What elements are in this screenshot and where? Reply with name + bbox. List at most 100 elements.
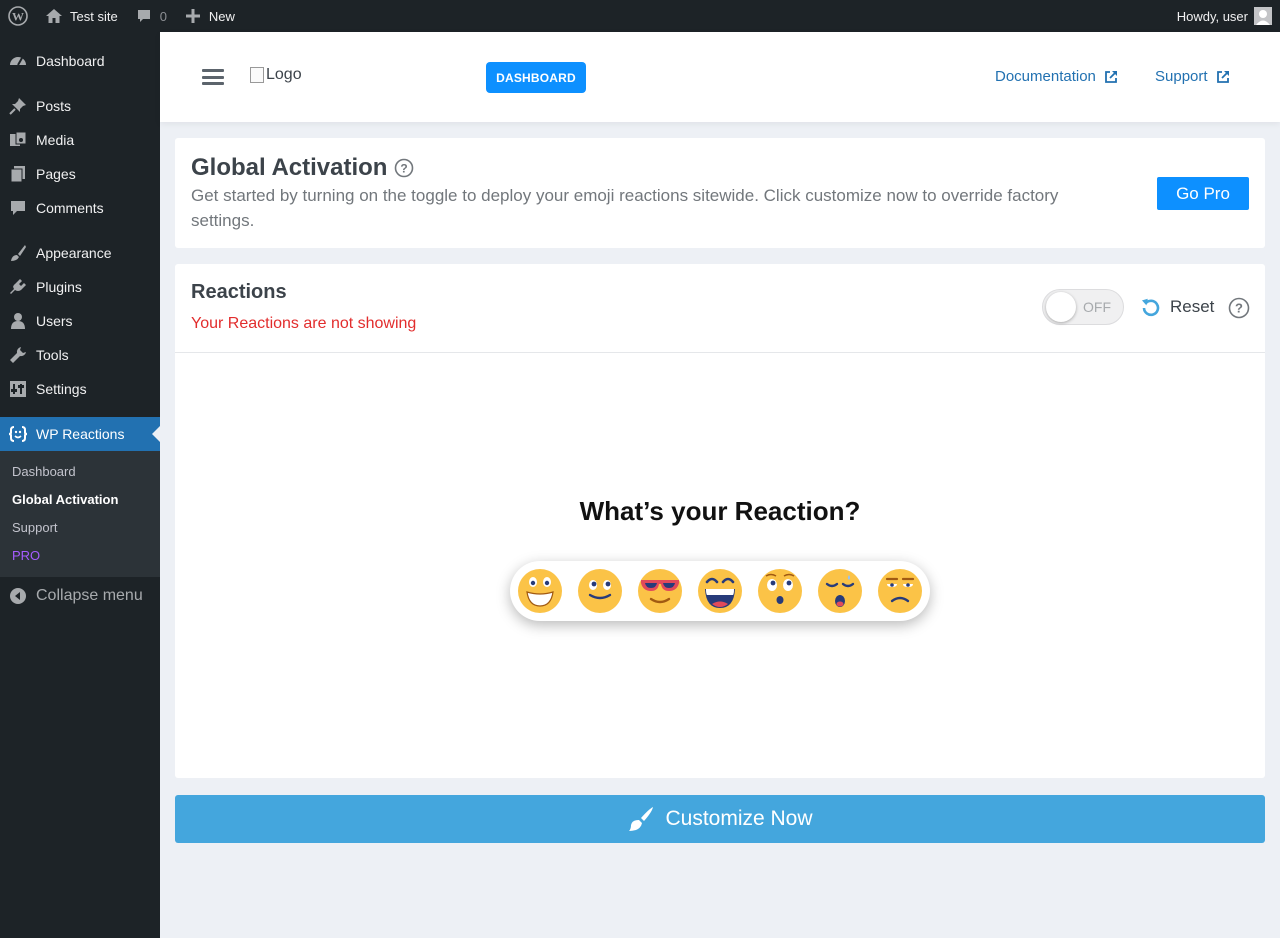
laugh-emoji-icon[interactable]: [696, 567, 744, 615]
page-title: Global Activation ?: [191, 154, 414, 182]
reactions-title: Reactions: [191, 281, 287, 303]
reactions-icon: [8, 424, 28, 444]
sidebar-item-users[interactable]: Users: [0, 304, 160, 338]
page-title-text: Global Activation: [191, 154, 388, 181]
reset-icon: [1141, 298, 1160, 317]
submenu-item-dashboard[interactable]: Dashboard: [0, 458, 160, 486]
preview-title: What’s your Reaction?: [579, 496, 861, 526]
submenu-item-pro[interactable]: PRO: [0, 542, 160, 570]
plugin-logo[interactable]: Logo: [250, 66, 302, 84]
help-icon[interactable]: ?: [1228, 297, 1250, 319]
reactions-header: Reactions Your Reactions are not showing…: [175, 264, 1265, 353]
comment-icon: [8, 198, 28, 218]
reset-button[interactable]: Reset: [1141, 297, 1214, 317]
customize-label: Customize Now: [665, 807, 813, 830]
sidebar-item-label: Pages: [36, 166, 76, 182]
avatar: [1254, 7, 1272, 25]
sidebar-item-label: Tools: [36, 347, 69, 363]
paintbrush-icon: [629, 807, 654, 831]
collapse-menu-button[interactable]: Collapse menu: [0, 577, 160, 615]
wordpress-icon: W: [8, 6, 28, 26]
site-name: Test site: [70, 8, 118, 24]
greeting: Howdy, user: [1176, 8, 1248, 24]
sidebar-item-label: Plugins: [36, 279, 82, 295]
documentation-label: Documentation: [995, 68, 1096, 85]
sidebar-item-media[interactable]: Media: [0, 123, 160, 157]
sidebar-item-label: Posts: [36, 98, 72, 114]
svg-text:?: ?: [401, 162, 408, 176]
submenu-item-global-activation[interactable]: Global Activation: [0, 486, 160, 514]
settings-icon: [8, 379, 28, 399]
sidebar-item-posts[interactable]: Posts: [0, 89, 160, 123]
toggle-knob: [1046, 292, 1076, 322]
sidebar-item-comments[interactable]: Comments: [0, 191, 160, 225]
user-icon: [8, 311, 28, 331]
sidebar-item-label: Appearance: [36, 245, 112, 261]
support-label: Support: [1155, 68, 1208, 85]
sidebar-item-label: Settings: [36, 381, 87, 397]
surprised-emoji-icon[interactable]: [756, 567, 804, 615]
sidebar-item-tools[interactable]: Tools: [0, 338, 160, 372]
smile-emoji-icon[interactable]: [576, 567, 624, 615]
sidebar-item-pages[interactable]: Pages: [0, 157, 160, 191]
comments-link[interactable]: 0: [126, 0, 175, 32]
toggle-label: OFF: [1083, 299, 1111, 315]
home-icon: [44, 6, 64, 26]
sidebar-item-wp-reactions[interactable]: WP Reactions: [0, 417, 160, 451]
sidebar-item-label: Media: [36, 132, 75, 148]
pin-icon: [8, 96, 28, 116]
collapse-arrow-icon: [8, 586, 28, 606]
documentation-link[interactable]: Documentation: [995, 68, 1118, 85]
sidebar-item-settings[interactable]: Settings: [0, 372, 160, 406]
go-pro-button[interactable]: Go Pro: [1157, 177, 1249, 210]
sidebar-item-label: Comments: [36, 200, 104, 216]
reactions-card: Reactions Your Reactions are not showing…: [175, 264, 1265, 778]
new-label: New: [208, 8, 235, 24]
external-link-icon: [1105, 70, 1117, 83]
external-link-icon: [1216, 70, 1229, 83]
plugin-icon: [8, 277, 28, 297]
help-icon[interactable]: ?: [394, 158, 414, 178]
pages-icon: [8, 164, 28, 184]
wrench-icon: [8, 345, 28, 365]
broken-image-icon: [250, 67, 264, 83]
reactions-toggle[interactable]: OFF: [1042, 289, 1124, 325]
dashboard-button[interactable]: DASHBOARD: [486, 62, 586, 93]
sleepy-emoji-icon[interactable]: [816, 567, 864, 615]
sidebar-item-plugins[interactable]: Plugins: [0, 270, 160, 304]
dashboard-icon: [8, 51, 28, 71]
reset-label: Reset: [1170, 297, 1215, 316]
logo-alt-text: Logo: [266, 66, 302, 83]
status-message: Your Reactions are not showing: [191, 315, 417, 332]
plugin-header: Logo DASHBOARD Documentation Support: [160, 32, 1280, 122]
global-activation-card: Global Activation ? Get started by turni…: [175, 138, 1265, 248]
wordpress-logo-button[interactable]: W: [0, 0, 36, 32]
support-link[interactable]: Support: [1155, 68, 1230, 85]
sidebar-item-label: Users: [36, 313, 73, 329]
admin-bar: W Test site 0 New Howdy, user: [0, 0, 1280, 32]
wp-reactions-submenu: Dashboard Global Activation Support PRO: [0, 451, 160, 577]
svg-text:W: W: [12, 10, 24, 24]
customize-now-button[interactable]: Customize Now: [175, 795, 1265, 843]
activation-description: Get started by turning on the toggle to …: [191, 186, 1059, 230]
comment-bubble-icon: [134, 6, 154, 26]
admin-sidebar: Dashboard Posts Media Pages Comments App…: [0, 32, 160, 938]
sidebar-item-appearance[interactable]: Appearance: [0, 236, 160, 270]
emoji-reaction-bar: [510, 561, 930, 621]
brush-icon: [8, 243, 28, 263]
new-content-link[interactable]: New: [175, 0, 243, 32]
media-icon: [8, 130, 28, 150]
submenu-item-support[interactable]: Support: [0, 514, 160, 542]
collapse-label: Collapse menu: [36, 587, 143, 604]
account-menu[interactable]: Howdy, user: [1177, 7, 1280, 25]
hamburger-menu-icon[interactable]: [202, 69, 224, 85]
site-name-link[interactable]: Test site: [36, 0, 126, 32]
sidebar-item-dashboard[interactable]: Dashboard: [0, 44, 160, 78]
grin-emoji-icon[interactable]: [516, 567, 564, 615]
plus-icon: [183, 6, 203, 26]
svg-text:?: ?: [1235, 301, 1243, 316]
sad-emoji-icon[interactable]: [876, 567, 924, 615]
comments-count: 0: [159, 8, 167, 24]
sidebar-item-label: Dashboard: [36, 53, 105, 69]
cool-emoji-icon[interactable]: [636, 567, 684, 615]
